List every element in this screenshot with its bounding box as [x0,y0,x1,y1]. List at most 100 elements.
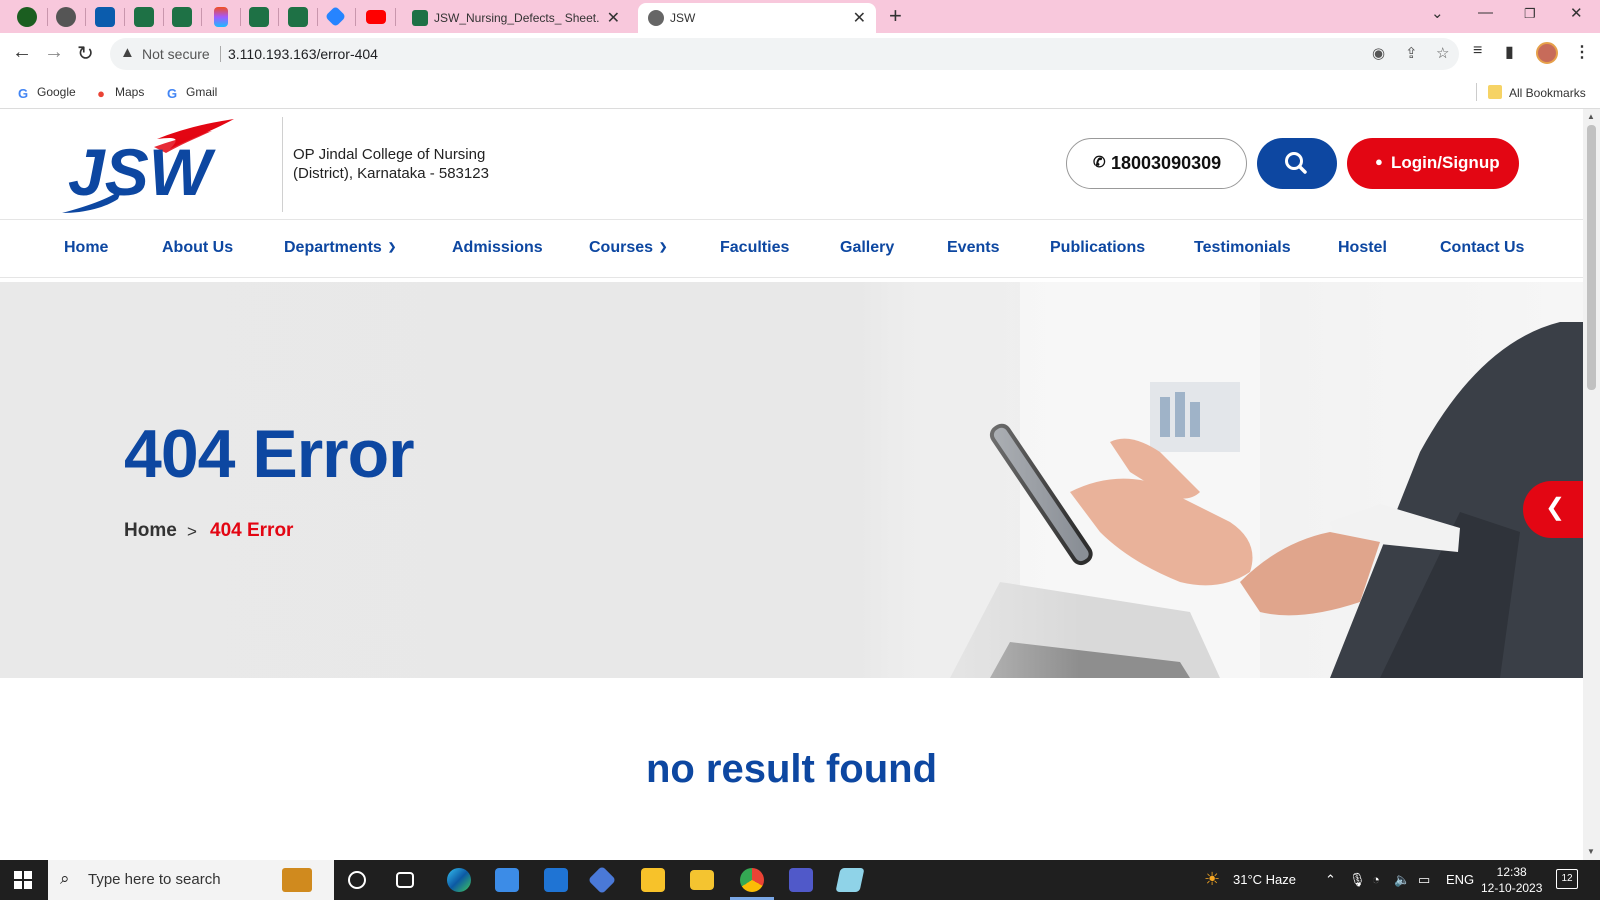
phone-number: 18003090309 [1111,153,1222,173]
windows-start-icon[interactable] [14,871,32,889]
tray-chevron-up-icon[interactable]: ⌃ [1325,872,1336,888]
profile-avatar[interactable] [1536,42,1558,64]
system-clock[interactable]: 12:38 12-10-2023 [1481,864,1542,896]
file-explorer-icon[interactable] [690,870,714,890]
side-panel-toggle[interactable]: ❮ [1523,481,1583,538]
notes-app-icon[interactable] [835,868,865,892]
breadcrumb-current: 404 Error [210,520,294,541]
close-icon[interactable]: ✕ [607,8,620,28]
pinned-tab-icon[interactable] [17,7,37,27]
login-label: Login/Signup [1391,153,1500,172]
mail-icon[interactable] [544,868,568,892]
tab-search-chevron-icon[interactable]: ⌄ [1431,4,1444,22]
battery-icon[interactable]: ▭ [1418,872,1430,888]
nav-hostel[interactable]: Hostel [1338,239,1387,257]
phone-icon: ✆ [1093,154,1106,171]
forward-arrow-icon[interactable]: → [44,41,64,64]
scroll-down-arrow-icon[interactable]: ▼ [1587,847,1595,856]
wifi-icon[interactable]: ◔ [1372,872,1380,887]
nav-home[interactable]: Home [64,239,108,257]
notification-center-icon[interactable]: 12 [1556,869,1578,889]
bookmark-gmail[interactable]: G Gmail [165,85,217,101]
excel-icon[interactable] [134,7,154,27]
task-view-icon[interactable] [396,872,414,888]
globe-icon [648,10,664,26]
excel-icon[interactable] [249,7,269,27]
nav-admissions[interactable]: Admissions [452,239,543,257]
tab-excel-sheet[interactable]: JSW_Nursing_Defects_ Sheet.xlsx ✕ [402,3,630,33]
college-name-line1: OP Jindal College of Nursing [293,146,486,163]
edge-icon[interactable] [447,868,471,892]
chevron-left-icon: ❮ [1545,494,1566,521]
nav-departments[interactable]: Departments ❯ [284,239,396,257]
language-indicator[interactable]: ENG [1446,872,1474,887]
bookmark-maps[interactable]: ● Maps [94,85,144,101]
nav-courses-label: Courses [589,239,654,256]
outlook-icon[interactable] [95,7,115,27]
url-text[interactable]: 3.110.193.163/error-404 [228,46,378,62]
globe-icon[interactable] [56,7,76,27]
login-signup-button[interactable]: ● Login/Signup [1347,138,1519,189]
page-scrollbar[interactable]: ▲ ▼ [1583,109,1600,860]
menu-dots-icon[interactable]: ⋮ [1574,42,1590,62]
vpn-icon[interactable] [587,865,617,895]
nav-about-us[interactable]: About Us [162,239,233,257]
nav-contact-us[interactable]: Contact Us [1440,239,1524,257]
address-bar[interactable]: ▲ Not secure 3.110.193.163/error-404 ◉ ⇪… [110,38,1459,70]
tab-jsw[interactable]: JSW ✕ [638,3,876,33]
search-button[interactable] [1257,138,1337,189]
microphone-icon[interactable]: 🎙 [1349,872,1366,888]
reading-list-icon[interactable]: ≡ [1473,42,1482,60]
breadcrumb-separator: > [187,522,197,541]
taskbar-search-box[interactable]: ⌕ Type here to search [48,860,334,900]
share-icon[interactable]: ⇪ [1405,44,1418,62]
college-name-line2: (District), Karnataka - 583123 [293,165,489,182]
phone-button[interactable]: ✆ 18003090309 [1066,138,1247,189]
logo-text: JSW [68,135,216,209]
security-label[interactable]: Not secure [142,46,210,62]
side-panel-icon[interactable]: ▮ [1505,42,1514,62]
window-close-icon[interactable]: ✕ [1570,4,1583,22]
excel-icon[interactable] [288,7,308,27]
nav-events[interactable]: Events [947,239,999,257]
reload-icon[interactable]: ↻ [77,41,94,66]
cortana-icon[interactable] [348,871,366,889]
eye-off-icon[interactable]: ◉ [1372,44,1385,62]
restore-icon[interactable]: ❐ [1524,6,1536,22]
breadcrumb-home[interactable]: Home [124,520,177,542]
new-tab-plus-icon[interactable]: + [889,3,902,29]
search-icon: ⌕ [60,869,70,888]
bookmark-label: Gmail [186,85,218,99]
youtube-icon[interactable] [366,10,386,24]
store-icon[interactable] [495,868,519,892]
scroll-thumb[interactable] [1587,125,1596,390]
weather-text[interactable]: 31°C Haze [1233,872,1296,887]
user-icon: ● [1375,154,1383,169]
nav-departments-label: Departments [284,239,382,256]
all-bookmarks[interactable]: All Bookmarks [1488,85,1586,100]
nav-faculties[interactable]: Faculties [720,239,789,257]
figma-icon[interactable] [214,7,228,27]
minimize-icon[interactable]: — [1478,4,1493,21]
scroll-up-arrow-icon[interactable]: ▲ [1587,112,1595,121]
chevron-down-icon: ❯ [387,242,397,253]
bookmark-google[interactable]: G Google [16,85,76,101]
tab-separator [317,8,318,26]
jira-icon[interactable] [324,5,347,28]
nav-testimonials[interactable]: Testimonials [1194,239,1291,257]
sticky-app-icon[interactable] [641,868,665,892]
nav-gallery[interactable]: Gallery [840,239,894,257]
star-icon[interactable]: ☆ [1436,44,1449,62]
chrome-icon[interactable] [730,868,774,900]
nav-publications[interactable]: Publications [1050,239,1145,257]
excel-icon[interactable] [172,7,192,27]
back-arrow-icon[interactable]: ← [12,41,32,64]
weather-sun-icon[interactable]: ☀ [1204,869,1220,890]
nav-courses[interactable]: Courses ❯ [589,239,667,257]
teams-icon[interactable] [789,868,813,892]
tab-separator [201,8,202,26]
warning-icon[interactable]: ▲ [120,44,135,61]
jsw-logo[interactable]: JSW [62,117,267,215]
volume-icon[interactable]: 🔈 [1394,872,1410,888]
close-icon[interactable]: ✕ [853,8,866,28]
